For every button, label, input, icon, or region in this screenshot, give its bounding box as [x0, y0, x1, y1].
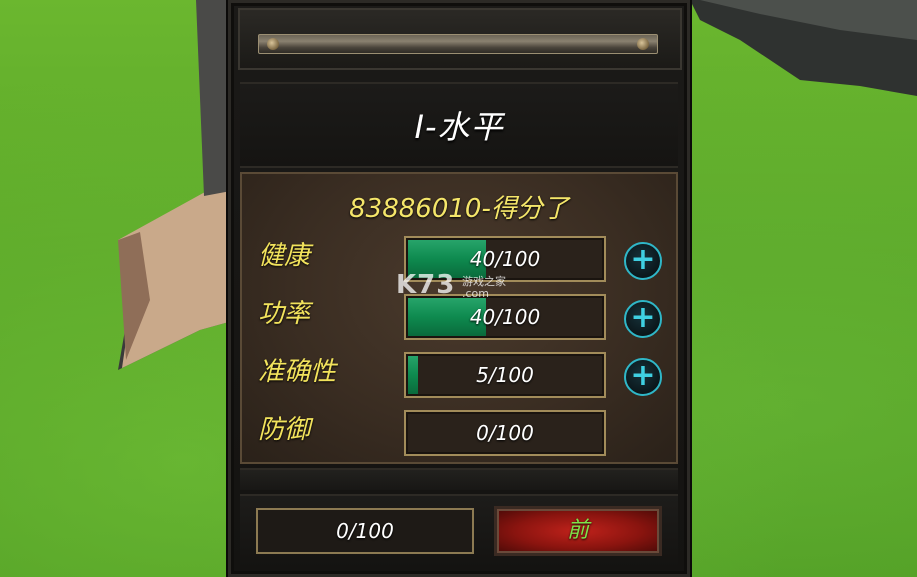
decorative-bar: [258, 34, 658, 54]
add-power-button[interactable]: +: [624, 300, 662, 338]
level-title: I-水平: [414, 108, 504, 146]
plus-icon: +: [630, 358, 656, 393]
stat-label-power: 功率: [258, 299, 311, 329]
stats-area: 83886010-得分了 健康 40/100 + 功率 40/100 + 准确性…: [240, 172, 678, 464]
add-accuracy-button[interactable]: +: [624, 358, 662, 396]
stat-value: 40/100: [469, 305, 541, 329]
add-health-button[interactable]: +: [624, 242, 662, 280]
stat-bar-power: 40/100: [404, 294, 606, 340]
stat-label-accuracy: 准确性: [258, 357, 337, 387]
stat-value: 40/100: [469, 247, 541, 271]
rivet-icon: [637, 38, 649, 50]
stat-bar-health: 40/100: [404, 236, 606, 282]
stat-label-defense: 防御: [258, 415, 311, 445]
stat-label-health: 健康: [258, 241, 311, 271]
stat-bar-defense: 0/100: [404, 410, 606, 456]
rivet-icon: [267, 38, 279, 50]
plus-icon: +: [630, 300, 656, 335]
title-area: I-水平: [240, 82, 678, 168]
next-button[interactable]: 前: [494, 506, 662, 556]
stat-value: 5/100: [476, 363, 534, 387]
plus-icon: +: [630, 242, 656, 277]
points-label: 83886010-得分了: [349, 194, 569, 224]
divider-strip: [240, 468, 678, 490]
stat-value: 0/100: [476, 421, 534, 445]
stat-bar-accuracy: 5/100: [404, 352, 606, 398]
remaining-points-box: 0/100: [256, 508, 474, 554]
